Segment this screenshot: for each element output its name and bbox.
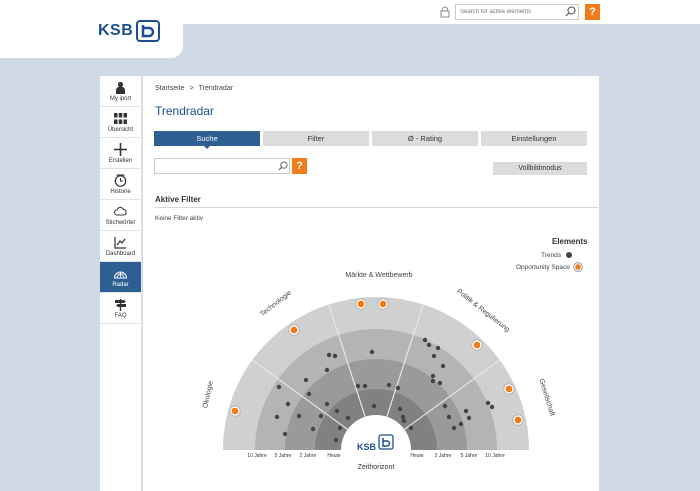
trend-dot	[285, 401, 291, 407]
trend-dot	[401, 418, 407, 424]
radar-sector-label: Technologie	[259, 289, 293, 318]
trend-dot	[355, 383, 361, 389]
radar-axis-tick-label: 10 Jahre	[247, 453, 267, 459]
opportunity-dot	[505, 385, 513, 393]
trend-dot	[400, 414, 406, 420]
opportunity-dot	[357, 300, 365, 308]
cloud-icon	[114, 206, 127, 215]
opportunity-dot	[514, 416, 522, 424]
ksb-logo[interactable]: KSB	[98, 20, 161, 42]
radar-sector-label: Ökologie	[201, 380, 215, 409]
radar-axis-title: Zeithorizont	[358, 464, 395, 471]
trend-dot	[442, 403, 448, 409]
trend-dot	[326, 352, 332, 358]
trend-dot	[466, 415, 472, 421]
sidebar-item-dashboard[interactable]: Dashboard	[100, 231, 141, 262]
trend-dot	[437, 380, 443, 386]
trend-dot	[303, 377, 309, 383]
trend-dot	[274, 414, 280, 420]
sidebar-item-erstellen[interactable]: Erstellen	[100, 138, 141, 169]
radar-center-logo-text: KSB	[357, 442, 377, 452]
trend-dot	[426, 342, 432, 348]
radar-sector-label: Märkte & Wettbewerb	[345, 272, 412, 279]
trend-dot	[395, 385, 401, 391]
radar-axis-tick-label: 10 Jahre	[485, 453, 505, 459]
sidebar-item-label: Übersicht	[107, 126, 134, 133]
opportunity-dot	[231, 407, 239, 415]
radar-axis-tick-label: 5 Jahre	[275, 453, 292, 459]
grid-icon	[114, 112, 127, 124]
trend-dot	[345, 415, 351, 421]
trend-dot	[318, 413, 324, 419]
trend-dot	[489, 404, 495, 410]
sidebar-item-label: Stichwörter	[105, 219, 136, 226]
sidebar-item-faq[interactable]: FAQ	[100, 293, 141, 324]
trend-radar[interactable]: ÖkologieTechnologieMärkte & WettbewerbPo…	[143, 76, 599, 491]
sidebar-item-label: My iport	[109, 95, 132, 102]
trend-dot	[310, 426, 316, 432]
logo-text: KSB	[98, 22, 134, 39]
sidebar-item-stichwoerter[interactable]: Stichwörter	[100, 200, 141, 231]
chart-icon	[114, 236, 126, 249]
trend-dot	[324, 367, 330, 373]
logo-panel: KSB	[0, 0, 183, 58]
opportunity-dot	[290, 326, 298, 334]
opportunity-dot	[379, 300, 387, 308]
trend-dot	[332, 353, 338, 359]
lock-icon[interactable]	[440, 6, 450, 18]
trend-dot	[463, 408, 469, 414]
trend-dot	[362, 383, 368, 389]
sidebar-item-label: Erstellen	[108, 157, 133, 164]
sidebar: My iport Übersicht Erstellen Historie St…	[100, 76, 142, 491]
sidebar-item-label: Historie	[110, 188, 131, 195]
sidebar-item-label: Dashboard	[105, 250, 136, 257]
main-panel: Startseite > Trendradar Trendradar Suche F…	[143, 76, 599, 491]
trend-dot	[458, 421, 464, 427]
sidebar-item-my-iport[interactable]: My iport	[100, 76, 141, 107]
trend-dot	[334, 408, 340, 414]
trend-dot	[431, 353, 437, 359]
clock-icon	[114, 174, 127, 187]
trend-dot	[333, 437, 339, 443]
radar-icon	[114, 271, 127, 278]
trend-dot	[306, 391, 312, 397]
radar-sector-label: Gesellschaft	[537, 378, 555, 417]
trend-dot	[276, 384, 282, 390]
trend-dot	[296, 413, 302, 419]
radar-axis-tick-label: Heute	[410, 453, 424, 459]
trend-dot	[446, 414, 452, 420]
help-button[interactable]: ?	[585, 4, 600, 20]
trend-dot	[397, 406, 403, 412]
radar-axis-tick-label: 2 Jahre	[435, 453, 452, 459]
trend-dot	[408, 425, 414, 431]
radar-axis-tick-label: 5 Jahre	[461, 453, 478, 459]
sidebar-item-label: FAQ	[114, 312, 127, 319]
trend-dot	[386, 382, 392, 388]
trend-dot	[324, 401, 330, 407]
sidebar-item-label: Radar	[112, 281, 129, 288]
trend-dot	[430, 378, 436, 384]
global-search-input[interactable]	[455, 4, 579, 20]
trend-dot	[485, 400, 491, 406]
sidebar-item-historie[interactable]: Historie	[100, 169, 141, 200]
signpost-icon	[115, 298, 126, 311]
trend-dot	[430, 373, 436, 379]
person-icon	[116, 81, 125, 94]
search-icon[interactable]	[565, 6, 576, 17]
sidebar-item-radar[interactable]: Radar	[100, 262, 141, 293]
trend-dot	[371, 403, 377, 409]
plus-icon	[114, 142, 127, 156]
trend-dot	[337, 425, 343, 431]
opportunity-dot	[473, 341, 481, 349]
sidebar-item-uebersicht[interactable]: Übersicht	[100, 107, 141, 138]
trend-dot	[282, 431, 288, 437]
trend-dot	[422, 337, 428, 343]
radar-axis-tick-label: 2 Jahre	[300, 453, 317, 459]
trend-dot	[451, 425, 457, 431]
trend-dot	[440, 363, 446, 369]
trend-dot	[435, 345, 441, 351]
radar-axis-tick-label: Heute	[327, 453, 341, 459]
trend-dot	[369, 349, 375, 355]
ksb-logo-mark-icon	[136, 20, 161, 42]
